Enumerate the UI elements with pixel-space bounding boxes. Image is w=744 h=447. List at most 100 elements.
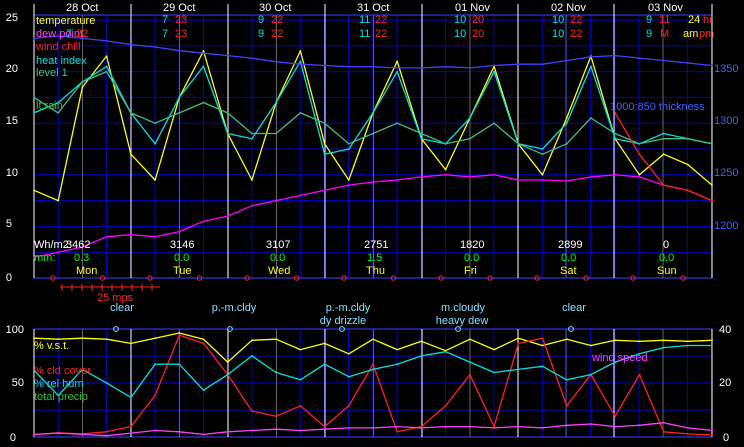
point-wind-chill xyxy=(638,153,641,156)
point-level-1 xyxy=(614,132,617,135)
point-dew-point xyxy=(468,175,471,178)
point-wind-speed xyxy=(565,424,568,427)
lo-temp: M xyxy=(660,28,669,40)
point-1000-850-thickness xyxy=(711,64,713,67)
lo-temp: 20 xyxy=(472,14,484,26)
point-temperature xyxy=(81,86,84,88)
point-level-1 xyxy=(638,142,641,145)
point-cld-cover xyxy=(129,425,132,428)
legend-total-precip: total precip xyxy=(34,391,88,403)
point-wind-speed xyxy=(662,421,665,424)
point-rel-hum xyxy=(468,361,471,364)
y-tick-label: 50 xyxy=(12,377,24,389)
hi-temp: 10 xyxy=(552,28,564,40)
point-wind-speed xyxy=(81,433,84,436)
lo-temp: 23 xyxy=(175,14,187,26)
lo-temp: 11 xyxy=(659,14,670,26)
sky-label: clear xyxy=(110,302,134,314)
point-rel-hum xyxy=(178,363,181,366)
point-temperature xyxy=(711,184,713,187)
point-heat-index xyxy=(323,153,326,156)
day-name: Mon xyxy=(76,265,97,277)
point-rel-hum xyxy=(275,371,278,374)
point-1000-850-thickness xyxy=(468,67,471,69)
legend-wind-chill: wind chill xyxy=(35,41,81,53)
point-wind-chill xyxy=(686,189,689,192)
hi-temp: 10 xyxy=(552,14,564,26)
y2-tick-label: 0 xyxy=(723,432,729,444)
point-temperature xyxy=(396,60,399,63)
point-cld-cover xyxy=(154,394,156,397)
am-label: am xyxy=(683,28,698,40)
y2-tick-label: 40 xyxy=(719,324,731,336)
point-dew-point xyxy=(565,180,568,182)
point-temperature xyxy=(105,55,108,58)
point-rel-hum xyxy=(372,368,374,371)
point-v-s-t xyxy=(541,344,544,347)
mm-value: 1.5 xyxy=(367,252,382,264)
point-heat-index xyxy=(202,65,205,68)
point-rel-hum xyxy=(444,350,447,353)
point-dew-point xyxy=(105,235,108,238)
hi-temp: 7 xyxy=(162,14,168,26)
date-label: 29 Oct xyxy=(163,2,195,14)
y2-tick-label: 20 xyxy=(719,377,731,389)
point-level-1 xyxy=(154,122,156,125)
whm2-value: 2899 xyxy=(558,239,582,251)
point-rel-hum xyxy=(711,344,713,347)
sky-label: heavy dew xyxy=(436,315,489,327)
point-v-s-t xyxy=(299,348,302,351)
point-v-s-t xyxy=(614,339,617,342)
point-cld-cover xyxy=(541,337,544,340)
point-cld-cover xyxy=(711,434,713,436)
point-wind-chill xyxy=(711,199,713,202)
point-1000-850-thickness xyxy=(154,46,156,48)
point-dew-point xyxy=(420,175,423,178)
date-label: 30 Oct xyxy=(259,2,291,14)
point-heat-index xyxy=(178,96,181,99)
day-name: Fri xyxy=(464,265,477,277)
day-name: Sun xyxy=(657,265,677,277)
point-1000-850-thickness xyxy=(372,65,374,68)
point-wind-speed xyxy=(468,425,471,428)
point-v-s-t xyxy=(347,352,350,355)
point-heat-index xyxy=(154,142,156,145)
point-level-1 xyxy=(81,81,84,83)
point-rel-hum xyxy=(493,371,495,374)
date-label: 02 Nov xyxy=(551,2,586,14)
hr24-unit: hr xyxy=(703,14,713,26)
point-cld-cover xyxy=(662,430,665,433)
point-v-s-t xyxy=(251,339,253,342)
point-wind-chill xyxy=(662,184,665,187)
point-wind-speed xyxy=(420,427,423,429)
point-v-s-t xyxy=(686,340,689,343)
point-level-1 xyxy=(347,142,350,145)
point-v-s-t xyxy=(517,337,520,340)
point-wind-speed xyxy=(638,424,641,427)
point-level-1 xyxy=(202,101,205,104)
point-1000-850-thickness xyxy=(226,54,229,57)
point-temperature xyxy=(686,163,689,166)
point-cld-cover xyxy=(251,410,253,412)
point-cld-cover xyxy=(396,430,399,433)
whm2-value: 3462 xyxy=(66,239,90,251)
point-1000-850-thickness xyxy=(275,60,278,63)
y-tick-label: 5 xyxy=(6,218,12,230)
y2-tick-label: 1300 xyxy=(714,115,738,127)
point-v-s-t xyxy=(396,348,399,351)
date-label: 28 Oct xyxy=(66,2,98,14)
hi-temp: 11 xyxy=(359,28,370,40)
point-1000-850-thickness xyxy=(662,59,665,62)
mm-value: 0.0 xyxy=(561,252,576,264)
point-level-1 xyxy=(226,111,229,114)
point-wind-speed xyxy=(57,432,60,434)
point-1000-850-thickness xyxy=(178,49,181,52)
point-dew-point xyxy=(347,184,350,187)
point-1000-850-thickness xyxy=(129,43,132,46)
y2-tick-label: 1350 xyxy=(714,63,738,75)
point-heat-index xyxy=(565,122,568,125)
point-rel-hum xyxy=(251,354,253,357)
point-1000-850-thickness xyxy=(420,67,423,69)
point-level-1 xyxy=(468,137,471,140)
hi-temp: 9 xyxy=(646,28,652,40)
